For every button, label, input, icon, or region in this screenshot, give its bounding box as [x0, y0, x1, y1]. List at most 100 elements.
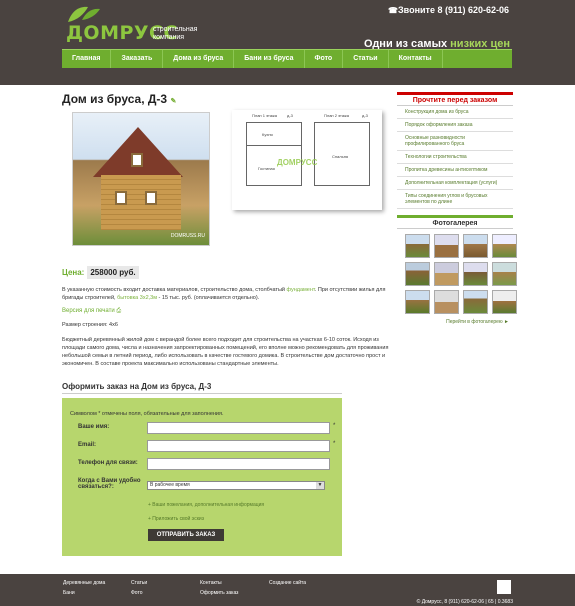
logo-sub-line2: компания — [153, 34, 185, 41]
footer-link[interactable]: Создание сайта — [269, 580, 306, 586]
gallery-thumb[interactable] — [492, 262, 517, 286]
footer-link[interactable]: Оформить заказ — [200, 590, 238, 596]
sidebar-title: Прочтите перед заказом — [397, 92, 513, 106]
gallery-thumb[interactable] — [463, 290, 488, 314]
nav-item-houses[interactable]: Дома из бруса — [163, 50, 235, 68]
phone-label: Телефон для связи: — [78, 460, 138, 466]
footer-link[interactable]: Фото — [131, 590, 143, 596]
plan-room-bedroom: Спальня — [332, 154, 349, 159]
footer-link[interactable]: Контакты — [200, 580, 222, 586]
header-phone: ☎Звоните 8 (911) 620-62-06 — [388, 5, 509, 15]
floor-plan-image[interactable]: План 1 этажа д-3 План 2 этажа д-3 Кухня … — [232, 110, 382, 210]
house-description: Бюджетный деревянный жилой дом с верандо… — [62, 337, 389, 367]
leaf-logo-icon — [68, 6, 100, 22]
plan-room-living: Гостиная — [258, 166, 275, 171]
page-title: Дом из бруса, Д-3 ✎ — [62, 92, 392, 106]
chevron-down-icon[interactable]: ▼ — [316, 482, 324, 489]
photo-walls — [101, 175, 181, 230]
phone-text: Звоните 8 (911) 620-62-06 — [398, 5, 509, 15]
main-content: Дом из бруса, Д-3 ✎ DOMRUSS.RU План 1 эт… — [62, 92, 392, 556]
sidebar-item[interactable]: Технологии строительства — [397, 151, 513, 164]
wishes-link[interactable]: + Ваши пожелания, дополнительная информа… — [148, 502, 264, 508]
footer-copyright: © Домрусс, 8 (911) 620-62-06 | 65 | 0.36… — [416, 599, 513, 605]
phone-input[interactable] — [147, 458, 330, 470]
gallery-thumb[interactable] — [463, 234, 488, 258]
footer-link[interactable]: Деревянные дома — [63, 580, 105, 586]
cabin-link[interactable]: бытовка 3х2,3м — [117, 295, 157, 301]
main-nav: Главная Заказать Дома из бруса Бани из б… — [62, 49, 512, 68]
gallery-grid — [405, 234, 517, 314]
site-header: ДОМРУСС строительная компания ☎Звоните 8… — [0, 0, 575, 85]
gallery-thumb[interactable] — [492, 290, 517, 314]
footer-link[interactable]: Статьи — [131, 580, 147, 586]
desc-text-3: - 15 тыс. руб. (оплачивается отдельно). — [157, 295, 260, 301]
site-footer: Деревянные дома Статьи Контакты Создание… — [0, 574, 575, 606]
photo-roof — [93, 127, 183, 177]
gallery-thumb[interactable] — [434, 262, 459, 286]
nav-item-home[interactable]: Главная — [62, 50, 112, 68]
gallery-thumb[interactable] — [405, 290, 430, 314]
plan-room-kitchen: Кухня — [262, 132, 273, 137]
price-block: Цена: 258000 руб. — [62, 266, 139, 279]
footer-link[interactable]: Бани — [63, 590, 75, 596]
nav-item-articles[interactable]: Статьи — [343, 50, 389, 68]
nav-item-saunas[interactable]: Бани из бруса — [234, 50, 305, 68]
required-star: * — [333, 423, 336, 429]
page-title-text: Дом из бруса, Д-3 — [62, 92, 168, 106]
plan-title-2: План 2 этажа — [324, 113, 349, 118]
sidebar-item[interactable]: Конструкция дома из бруса — [397, 106, 513, 119]
contact-time-select[interactable]: В рабочее время ▼ — [147, 481, 325, 490]
contact-time-value: В рабочее время — [150, 482, 190, 488]
building-size: Размер строения: 4х6 — [62, 322, 118, 328]
print-icon[interactable]: ⎙ — [116, 308, 121, 314]
gallery-thumb[interactable] — [405, 262, 430, 286]
nav-item-order[interactable]: Заказать — [111, 50, 164, 68]
gallery-title: Фотогалерея — [397, 215, 513, 229]
sidebar-item[interactable]: Дополнительная комплектация (услуги) — [397, 177, 513, 190]
sketch-link[interactable]: + Приложить свой эскиз — [148, 516, 204, 522]
email-input[interactable] — [147, 440, 330, 452]
edit-icon[interactable]: ✎ — [170, 98, 176, 105]
logo-sub-line1: строительная — [153, 26, 198, 33]
email-label: Email: — [78, 442, 97, 448]
required-star: * — [333, 441, 336, 447]
plan-kitchen — [246, 122, 302, 146]
submit-order-button[interactable]: ОТПРАВИТЬ ЗАКАЗ — [148, 529, 224, 541]
plan-code-1: д-3 — [287, 113, 293, 118]
time-label: Когда с Вами удобно связаться?: — [78, 478, 141, 490]
gallery-thumb[interactable] — [434, 234, 459, 258]
gallery-thumb[interactable] — [405, 234, 430, 258]
plan-watermark: ДОМРУСС — [277, 158, 318, 167]
order-form: Символом * отмечены поля, обязательные д… — [62, 398, 342, 556]
price-label: Цена: — [62, 268, 85, 277]
sidebar-item[interactable]: Пропитка древесины антисептиком — [397, 164, 513, 177]
gallery-thumb[interactable] — [492, 234, 517, 258]
desc-text-1: В указанную стоимость входит доставка ма… — [62, 287, 285, 293]
photo-window — [115, 191, 127, 205]
logo-subtitle: строительная компания — [153, 26, 197, 42]
photo-watermark: DOMRUSS.RU — [170, 233, 205, 239]
qr-code-icon[interactable] — [497, 580, 511, 594]
sidebar-item[interactable]: Порядок оформления заказа — [397, 119, 513, 132]
name-input[interactable] — [147, 422, 330, 434]
phone-icon: ☎ — [388, 6, 398, 15]
gallery-link[interactable]: Перейти в фотогалерею ► — [397, 319, 513, 325]
photo-window — [131, 153, 143, 167]
house-photo[interactable]: DOMRUSS.RU — [72, 112, 210, 246]
nav-item-contacts[interactable]: Контакты — [389, 50, 443, 68]
photo-window — [145, 191, 157, 205]
foundation-link[interactable]: фундамент — [287, 287, 315, 293]
sidebar-item[interactable]: Типы соединения углов и брусовых элемент… — [397, 190, 513, 209]
gallery-thumb[interactable] — [463, 262, 488, 286]
name-label: Ваше имя: — [78, 424, 110, 430]
sidebar: Прочтите перед заказом Конструкция дома … — [397, 92, 517, 325]
print-text[interactable]: Версия для печати — [62, 308, 115, 314]
nav-item-photo[interactable]: Фото — [305, 50, 344, 68]
form-note: Символом * отмечены поля, обязательные д… — [70, 411, 224, 417]
plan-code-2: д-3 — [362, 113, 368, 118]
print-version-link[interactable]: Версия для печати ⎙ — [62, 308, 121, 315]
plan-title-1: План 1 этажа — [252, 113, 277, 118]
price-value: 258000 руб. — [87, 266, 139, 279]
sidebar-item[interactable]: Основные разновидности профилированного … — [397, 132, 513, 151]
gallery-thumb[interactable] — [434, 290, 459, 314]
